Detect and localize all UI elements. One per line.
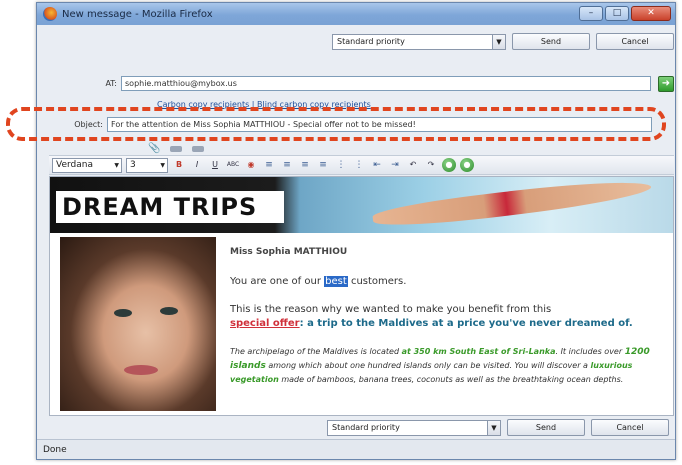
font-select[interactable]: Verdana ▼ [52,157,122,173]
text: . It includes over [555,347,625,356]
minimize-button[interactable]: – [579,6,603,21]
indent-icon[interactable]: ⇥ [388,158,402,172]
to-field[interactable]: sophie.matthiou@mybox.us [121,76,651,91]
text-color-icon[interactable]: ◉ [244,158,258,172]
paperclip-icon[interactable]: 📎 [148,143,160,154]
priority-select-value: Standard priority [337,36,405,46]
priority-select[interactable]: Standard priority ▼ [332,33,506,50]
chevron-down-icon: ▼ [492,34,505,49]
banner-image: DREAM TRIPS [50,177,673,233]
chevron-down-icon: ▼ [114,161,119,169]
selected-word: best [324,276,348,287]
bold-icon[interactable]: B [172,158,186,172]
attachment-icon[interactable] [192,145,205,152]
spellcheck-icon[interactable]: ABC [226,158,240,172]
message-text: Miss Sophia MATTHIOU You are one of our … [230,247,670,387]
numbered-list-icon[interactable]: ⋮ [334,158,348,172]
underline-icon[interactable]: U [208,158,222,172]
size-select-value: 3 [130,159,136,170]
text: You are one of our [230,276,325,287]
status-bar: Done [37,439,675,459]
sunbather-image [371,177,653,232]
text: This is the reason why we wanted to make… [230,304,552,315]
highlight-annotation [6,107,666,141]
undo-icon[interactable]: ↶ [406,158,420,172]
distance-text: at 350 km South East of Sri-Lanka [401,347,556,356]
eye [114,309,132,317]
send-button[interactable]: Send [512,33,590,50]
justify-icon[interactable]: ≡ [316,158,330,172]
chevron-down-icon: ▼ [160,161,165,169]
font-select-value: Verdana [56,159,93,170]
mouth [124,365,158,375]
maximize-button[interactable]: □ [605,6,629,21]
eye [160,307,178,315]
banner-title: DREAM TRIPS [56,191,284,223]
attachment-bar: 📎 [148,143,205,154]
priority-select-value: Standard priority [332,422,400,432]
priority-select-bottom[interactable]: Standard priority ▼ [327,419,501,436]
window-title: New message - Mozilla Firefox [62,8,213,20]
italic-icon[interactable]: I [190,158,204,172]
text: among which about one hundred islands on… [265,361,591,370]
align-center-icon[interactable]: ≡ [280,158,294,172]
browser-window: New message - Mozilla Firefox – □ ✕ Stan… [36,2,676,460]
outdent-icon[interactable]: ⇤ [370,158,384,172]
send-button-bottom[interactable]: Send [507,419,585,436]
text: customers. [347,276,407,287]
link-icon[interactable]: ● [442,158,456,172]
size-select[interactable]: 3 ▼ [126,157,168,173]
status-text: Done [43,445,67,455]
to-label: AT: [105,79,117,88]
text: The archipelago of the Maldives is locat… [230,347,402,356]
chevron-down-icon: ▼ [487,420,500,435]
portrait-image [60,237,216,411]
paragraph-1: You are one of our best customers. [230,276,670,287]
bottom-toolbar: Standard priority ▼ Send Cancel [327,419,669,436]
window-controls: – □ ✕ [579,6,671,21]
image-icon[interactable]: ● [460,158,474,172]
firefox-icon [43,7,57,21]
message-body[interactable]: DREAM TRIPS Miss Sophia MATTHIOU You are… [49,176,674,416]
redo-icon[interactable]: ↷ [424,158,438,172]
add-recipient-icon[interactable]: ➜ [658,76,674,92]
format-toolbar: Verdana ▼ 3 ▼ B I U ABC ◉ ≡ ≡ ≡ ≡ ⋮ ⋮ ⇤ … [49,155,674,175]
paragraph-2: This is the reason why we wanted to make… [230,303,670,331]
greeting: Miss Sophia MATTHIOU [230,247,348,257]
text: made of bamboos, banana trees, coconuts … [278,375,624,384]
align-right-icon[interactable]: ≡ [298,158,312,172]
paragraph-3: The archipelago of the Maldives is locat… [230,345,670,387]
cancel-button[interactable]: Cancel [596,33,674,50]
attachment-icon[interactable] [170,145,183,152]
cancel-button-bottom[interactable]: Cancel [591,419,669,436]
bullet-list-icon[interactable]: ⋮ [352,158,366,172]
offer-text: : a trip to the Maldives at a price you'… [299,318,633,329]
align-left-icon[interactable]: ≡ [262,158,276,172]
title-bar: New message - Mozilla Firefox – □ ✕ [37,3,675,25]
special-offer-link[interactable]: special offer [230,318,300,329]
close-button[interactable]: ✕ [631,6,671,21]
to-row: AT: sophie.matthiou@mybox.us [67,76,651,91]
top-toolbar: Standard priority ▼ Send Cancel [332,33,674,50]
